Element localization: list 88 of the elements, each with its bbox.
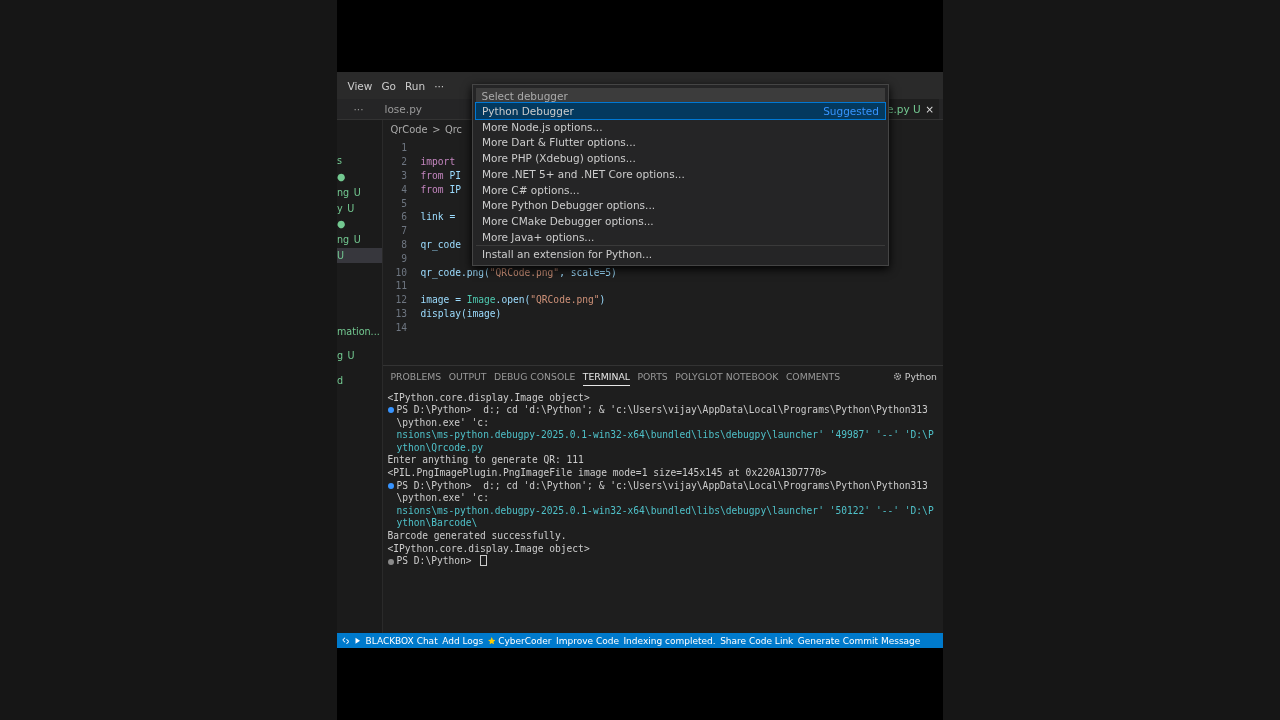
- git-status-label: U: [353, 234, 361, 246]
- file-name: y: [337, 202, 343, 214]
- git-status-label: U: [337, 249, 345, 261]
- file-name: d: [337, 375, 344, 387]
- panel-tab[interactable]: POLYGLOT NOTEBOOK: [675, 368, 779, 385]
- terminal-line: nsions\ms-python.debugpy-2025.0.1-win32-x64\bundled\libs\debugpy\launcher' '50122' '--' 'D:\Python\Barcode\: [396, 504, 935, 531]
- status-item[interactable]: Improve Code: [556, 635, 619, 646]
- terminal-line: <IPython.core.display.Image object>: [387, 391, 590, 405]
- terminal-line: <PIL.PngImagePlugin.PngImageFile image mode=1 size=145x145 at 0x220A13D7770>: [387, 467, 827, 480]
- terminal-line: Barcode generated successfully.: [387, 530, 567, 543]
- panel-tab[interactable]: COMMENTS: [785, 368, 841, 385]
- code-line: from PI: [420, 170, 461, 181]
- file-name: s: [337, 155, 342, 167]
- editor-tab[interactable]: lose.py: [380, 99, 427, 119]
- line-number: 3: [400, 170, 407, 181]
- git-status-label: U: [347, 350, 355, 362]
- close-icon[interactable]: ×: [925, 103, 934, 115]
- debugger-option[interactable]: More Node.js options...: [476, 118, 885, 135]
- line-number: 4: [400, 183, 407, 195]
- debugger-option[interactable]: Install an extension for Python...: [476, 245, 885, 262]
- code-line: qr_code.png("QRCode.png", scale=5): [420, 266, 617, 278]
- status-item[interactable]: CyberCoder: [498, 635, 552, 646]
- terminal-line: PS D:\Python> d:; cd 'd:\Python'; & 'c:\Users\vijay\AppData\Local\Programs\Python\Python313\python.exe' 'c:: [396, 404, 929, 430]
- search-field[interactable]: Select debugger: [476, 88, 885, 103]
- git-status-label: ●: [337, 218, 346, 230]
- file-row[interactable]: U: [337, 247, 382, 264]
- code-line: link =: [420, 211, 457, 223]
- debugger-option[interactable]: More .NET 5+ and .NET Core options...: [476, 166, 885, 182]
- file-name: mation...: [337, 325, 380, 337]
- file-name: ng: [337, 186, 350, 198]
- debugger-option[interactable]: More PHP (Xdebug) options...: [476, 150, 885, 166]
- line-number: 12: [394, 294, 407, 306]
- line-number: 10: [394, 266, 407, 278]
- status-item[interactable]: Share Code Link: [720, 635, 794, 646]
- terminal-line: PS D:\Python> d:; cd 'd:\Python'; & 'c:\Users\vijay\AppData\Local\Programs\Python\Python313\python.exe' 'c:: [396, 479, 929, 505]
- line-number: 1: [400, 142, 407, 154]
- debug-icon[interactable]: [353, 636, 361, 645]
- star-icon: [487, 636, 496, 645]
- line-number: 7: [400, 225, 407, 237]
- file-name: ng: [337, 234, 350, 246]
- terminal-profile[interactable]: Python: [904, 371, 937, 382]
- menu-item[interactable]: View: [347, 79, 373, 92]
- git-status-label: ●: [337, 171, 346, 183]
- status-item[interactable]: Generate Commit Message: [797, 635, 921, 646]
- remote-icon[interactable]: [341, 636, 349, 645]
- gear-icon[interactable]: [892, 372, 902, 381]
- debugger-option[interactable]: Python Debugger Suggested: [476, 103, 885, 119]
- breadcrumb-item[interactable]: QrCode: [390, 123, 428, 135]
- code-line: import: [420, 156, 456, 168]
- debugger-option[interactable]: More C# options...: [476, 181, 885, 198]
- code-line: from IP: [420, 183, 461, 195]
- panel-tab[interactable]: TERMINAL: [582, 367, 630, 386]
- breadcrumb-item[interactable]: >: [432, 123, 441, 135]
- breadcrumb-item[interactable]: Qrc: [444, 123, 462, 135]
- panel-tab[interactable]: PORTS: [637, 368, 668, 385]
- line-number: 5: [400, 197, 407, 209]
- status-item[interactable]: Indexing completed.: [623, 635, 716, 646]
- panel-tab[interactable]: DEBUG CONSOLE: [494, 368, 576, 385]
- line-number: 13: [394, 307, 407, 319]
- debugger-option[interactable]: More Python Debugger options...: [476, 197, 885, 214]
- code-line: qr_code: [420, 238, 461, 250]
- terminal-line: PS D:\Python>: [396, 555, 473, 568]
- terminal-line: <IPython.core.display.Image object>: [387, 542, 590, 556]
- code-line: display(image): [420, 307, 502, 319]
- panel-tab[interactable]: PROBLEMS: [390, 368, 442, 385]
- line-number: 14: [394, 321, 407, 333]
- line-number: 8: [400, 238, 407, 250]
- line-number: 6: [400, 211, 407, 223]
- git-status-label: U: [353, 186, 361, 198]
- debugger-option[interactable]: More Dart & Flutter options...: [476, 134, 885, 151]
- line-number: 11: [394, 280, 407, 292]
- file-name: g: [337, 350, 344, 362]
- code-line: image = Image.open("QRCode.png"): [420, 294, 606, 306]
- line-number: 2: [400, 156, 407, 168]
- panel-tab[interactable]: OUTPUT: [448, 368, 487, 385]
- debugger-option[interactable]: More Java+ options...: [476, 229, 885, 245]
- status-item[interactable]: Add Logs: [442, 635, 484, 646]
- menu-item[interactable]: Go: [381, 79, 396, 92]
- cursor-icon: [480, 555, 487, 567]
- editor-tab[interactable]: ···: [349, 99, 368, 119]
- status-item[interactable]: BLACKBOX Chat: [365, 635, 438, 646]
- line-number: 9: [400, 252, 407, 264]
- menu-item[interactable]: Run: [405, 79, 426, 92]
- menu-item[interactable]: ···: [434, 79, 445, 92]
- git-status-label: U: [347, 202, 355, 214]
- terminal-line: nsions\ms-python.debugpy-2025.0.1-win32-x64\bundled\libs\debugpy\launcher' '49987' '--' 'D:\Python\Qrcode.py: [396, 429, 935, 455]
- terminal-line: Enter anything to generate QR: 111: [387, 454, 584, 468]
- debugger-option[interactable]: More CMake Debugger options...: [476, 213, 885, 229]
